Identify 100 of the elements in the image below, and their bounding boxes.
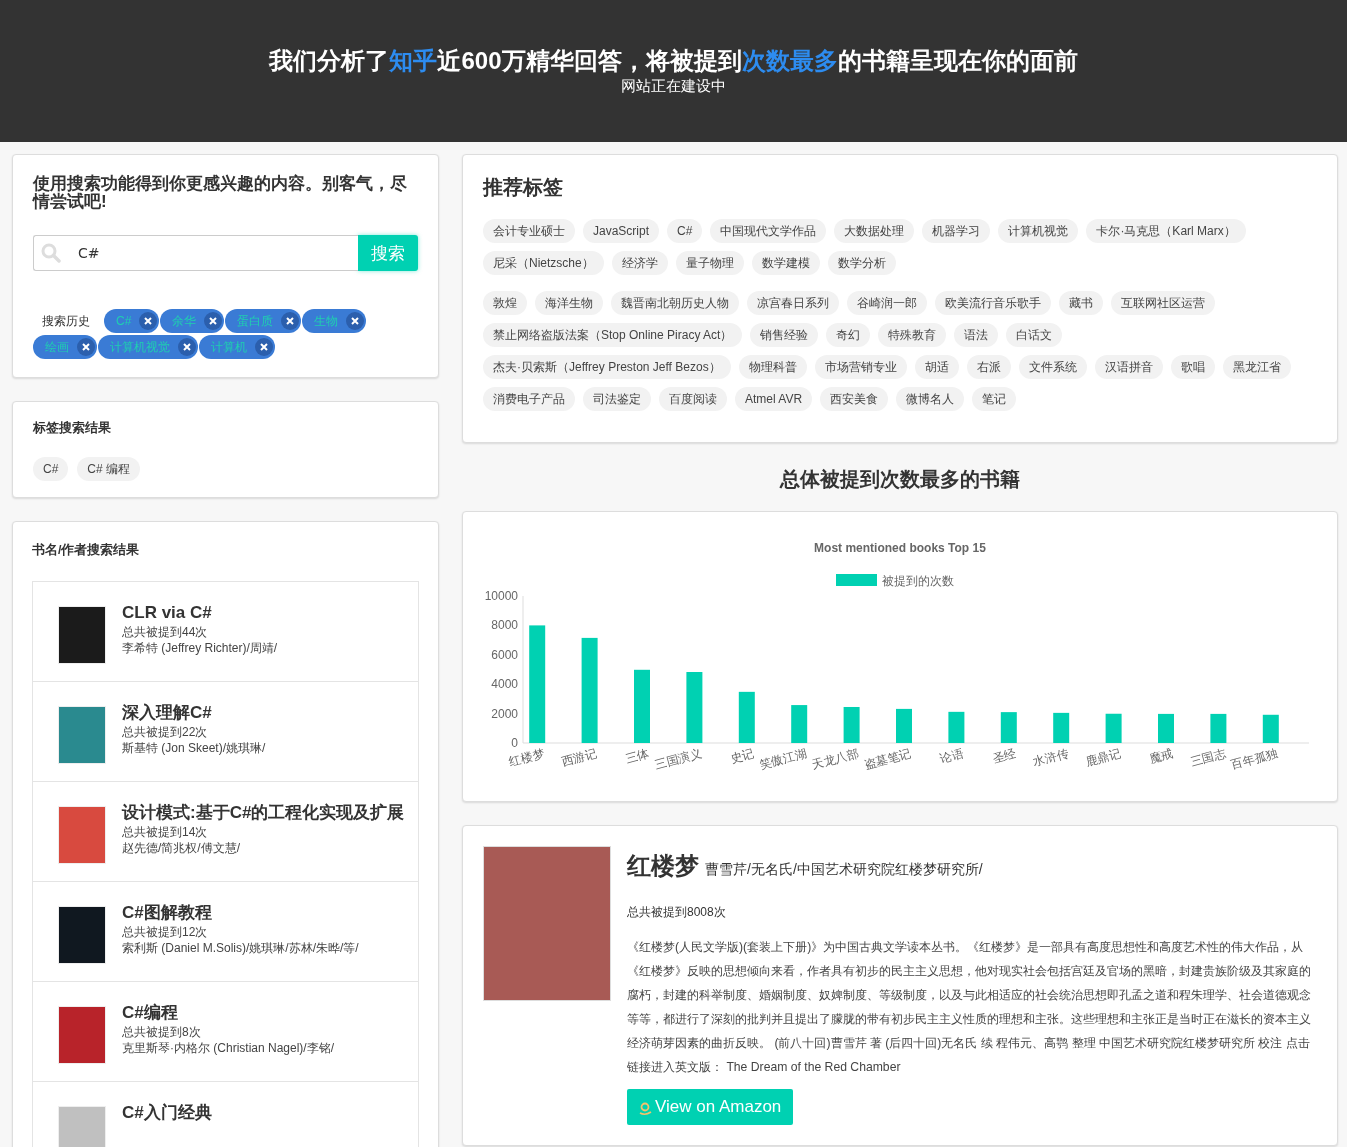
tag[interactable]: 胡适 xyxy=(914,355,959,379)
section-title: 推荐标签 xyxy=(483,175,564,199)
axis-category-label: 史记 xyxy=(728,746,756,767)
book-result[interactable]: CLR via C# 总共被提到44次 李希特 (Jeffrey Richter)/周靖/ xyxy=(33,582,418,682)
tag[interactable]: 互联网社区运营 xyxy=(1111,291,1215,315)
tag[interactable]: 机器学习 xyxy=(922,219,991,243)
book-result[interactable]: C#入门经典 xyxy=(33,1082,418,1147)
tag[interactable]: 禁止网络盗版法案（Stop Online Piracy Act） xyxy=(483,323,743,347)
tag[interactable]: Atmel AVR xyxy=(735,387,813,411)
book-title: CLR via C# xyxy=(122,602,212,624)
remove-icon[interactable] xyxy=(139,312,158,330)
tag[interactable]: 微博名人 xyxy=(896,387,965,411)
tag[interactable]: 司法鉴定 xyxy=(583,387,651,411)
remove-icon[interactable] xyxy=(346,312,365,330)
tag[interactable]: 语法 xyxy=(954,323,999,347)
tag[interactable]: 文件系统 xyxy=(1018,355,1087,379)
book-authors: 李希特 (Jeffrey Richter)/周靖/ xyxy=(122,640,278,656)
chart-bar xyxy=(948,711,965,743)
tag[interactable]: 白话文 xyxy=(1006,323,1063,347)
book-authors: 曹雪芹/无名氏/中国艺术研究院红楼梦研究所/ xyxy=(705,861,983,879)
tag[interactable]: 经济学 xyxy=(611,251,668,275)
book-result[interactable]: C#图解教程 总共被提到12次 索利斯 (Daniel M.Solis)/姚琪琳/苏林/朱晔/等/ xyxy=(33,882,418,982)
tag[interactable]: 右派 xyxy=(966,355,1011,379)
book-cover xyxy=(58,1106,106,1147)
book-cover xyxy=(58,906,106,964)
chart-bar xyxy=(896,708,912,743)
book-authors: 赵先德/简兆权/傅文慧/ xyxy=(122,840,240,856)
tag[interactable]: 数学分析 xyxy=(827,251,896,275)
remove-icon[interactable] xyxy=(204,312,223,330)
book-result[interactable]: C#编程 总共被提到8次 克里斯琴·内格尔 (Christian Nagel)/李铭/ xyxy=(33,982,418,1082)
tag[interactable]: 汉语拼音 xyxy=(1094,355,1163,379)
axis-category-label: 论语 xyxy=(938,746,966,767)
axis-tick-label: 2000 xyxy=(491,706,518,721)
tag[interactable]: 数学建模 xyxy=(751,251,820,275)
tag[interactable]: 谷崎润一郎 xyxy=(847,291,927,315)
search-icon xyxy=(41,243,61,263)
book-authors: 克里斯琴·内格尔 (Christian Nagel)/李铭/ xyxy=(122,1040,335,1056)
axis-category-label: 魔戒 xyxy=(1147,746,1175,767)
book-result[interactable]: 设计模式:基于C#的工程化实现及扩展 总共被提到14次 赵先德/简兆权/傅文慧/ xyxy=(33,782,418,882)
chart-bar xyxy=(686,672,703,743)
tag[interactable]: 欧美流行音乐歌手 xyxy=(935,291,1051,315)
mention-count: 总共被提到14次 xyxy=(122,824,208,840)
search-prompt: 使用搜索功能得到你更感兴趣的内容。别客气，尽情尝试吧! xyxy=(33,175,408,211)
tag[interactable]: 销售经验 xyxy=(750,323,819,347)
chart-bar xyxy=(791,705,808,743)
tag[interactable]: 西安美食 xyxy=(820,387,889,411)
tag[interactable]: 藏书 xyxy=(1059,291,1103,315)
chart-legend: 被提到的次数 xyxy=(836,574,954,588)
axis-tick-label: 8000 xyxy=(491,618,518,633)
tag[interactable]: 歌唱 xyxy=(1170,355,1215,379)
tag[interactable]: 特殊教育 xyxy=(878,323,947,347)
axis-category-label: 水浒传 xyxy=(1031,746,1070,770)
tag[interactable]: 凉宫春日系列 xyxy=(747,291,839,315)
remove-icon[interactable] xyxy=(255,338,273,356)
tag[interactable]: 大数据处理 xyxy=(834,219,915,243)
chart-bar xyxy=(1158,713,1174,743)
book-description: 《红楼梦(人民文学版)(套装上下册)》为中国古典文学读本丛书。《红楼梦》是一部具有高度思想性和高度艺术性的伟大作品，从《红楼梦》反映的思想倾向来看，作者具有初步的民主主义思想，他对现实社会包括宫廷及官场的黑暗，封建贵族阶级及其家庭的腐朽，封建的科举制度、婚姻制度、奴婢制度、等级制度，以及与此相适应的社会统治思想即孔孟之道和程朱理学、社会道德观念等等，都进行了深刻的批判并且提出了朦胧的带有初步民主主义性质的理想和主张。这些理想和主张正是当时正在滋长的资本主义经济萌芽因素的曲折反映。 (前八十回)曹雪芹 著 (后四十回)无名氏 续 程伟元、高鹗 整理 中国艺术研究院红楼梦研究所 校注 点击链接进入英文版： The Dream of the Red Chamber xyxy=(627,939,1312,1076)
book-authors: 斯基特 (Jon Skeet)/姚琪琳/ xyxy=(122,740,266,756)
tag[interactable]: 尼采（Nietzsche） xyxy=(483,251,604,275)
tag[interactable]: 物理科普 xyxy=(738,355,807,379)
chart-title: Most mentioned books Top 15 xyxy=(814,541,986,555)
section-title: 标签搜索结果 xyxy=(33,420,112,437)
tag[interactable]: 百度阅读 xyxy=(659,387,727,411)
axis-tick-label: 4000 xyxy=(491,677,518,692)
tag[interactable]: 中国现代文学作品 xyxy=(710,219,827,243)
chart-bar xyxy=(1262,714,1279,743)
tag[interactable]: 卡尔·马克思（Karl Marx） xyxy=(1086,219,1246,243)
tag[interactable]: 市场营销专业 xyxy=(814,355,907,379)
axis-category-label: 三国志 xyxy=(1188,746,1228,770)
tag[interactable]: C# 编程 xyxy=(77,457,141,481)
tag[interactable]: 黑龙江省 xyxy=(1222,355,1291,379)
tag[interactable]: 杰夫·贝索斯（Jeffrey Preston Jeff Bezos） xyxy=(483,355,731,379)
chart-heading: 总体被提到次数最多的书籍 xyxy=(778,467,1021,491)
book-title: 红楼梦 xyxy=(627,851,699,881)
axis-category-label: 西游记 xyxy=(560,746,599,770)
tag[interactable]: 计算机视觉 xyxy=(998,219,1079,243)
tag[interactable]: 奇幻 xyxy=(826,323,871,347)
tag[interactable]: C# xyxy=(33,457,69,481)
tag[interactable]: 消费电子产品 xyxy=(483,387,575,411)
tag[interactable]: 笔记 xyxy=(972,387,1017,411)
chart-bar xyxy=(1210,713,1227,743)
tag[interactable]: JavaScript xyxy=(583,219,660,243)
book-title: C#入门经典 xyxy=(122,1102,212,1124)
tag[interactable]: 敦煌 xyxy=(483,291,527,315)
tag[interactable]: 魏晋南北朝历史人物 xyxy=(611,291,739,315)
tag[interactable]: 会计专业硕士 xyxy=(483,219,575,243)
tag[interactable]: C# xyxy=(667,219,703,243)
book-cover xyxy=(58,806,106,864)
tag[interactable]: 海洋生物 xyxy=(535,291,603,315)
remove-icon[interactable] xyxy=(281,312,300,330)
book-title: C#编程 xyxy=(122,1002,178,1024)
legend-label: 被提到的次数 xyxy=(882,574,954,588)
axis-tick-label: 6000 xyxy=(491,647,518,662)
tag[interactable]: 量子物理 xyxy=(675,251,744,275)
mention-count: 总共被提到12次 xyxy=(122,924,208,940)
axis-category-label: 鹿鼎记 xyxy=(1084,746,1123,770)
remove-icon[interactable] xyxy=(77,338,95,356)
remove-icon[interactable] xyxy=(178,338,196,356)
book-result[interactable]: 深入理解C# 总共被提到22次 斯基特 (Jon Skeet)/姚琪琳/ xyxy=(33,682,418,782)
search-field[interactable]: C# xyxy=(33,235,358,271)
